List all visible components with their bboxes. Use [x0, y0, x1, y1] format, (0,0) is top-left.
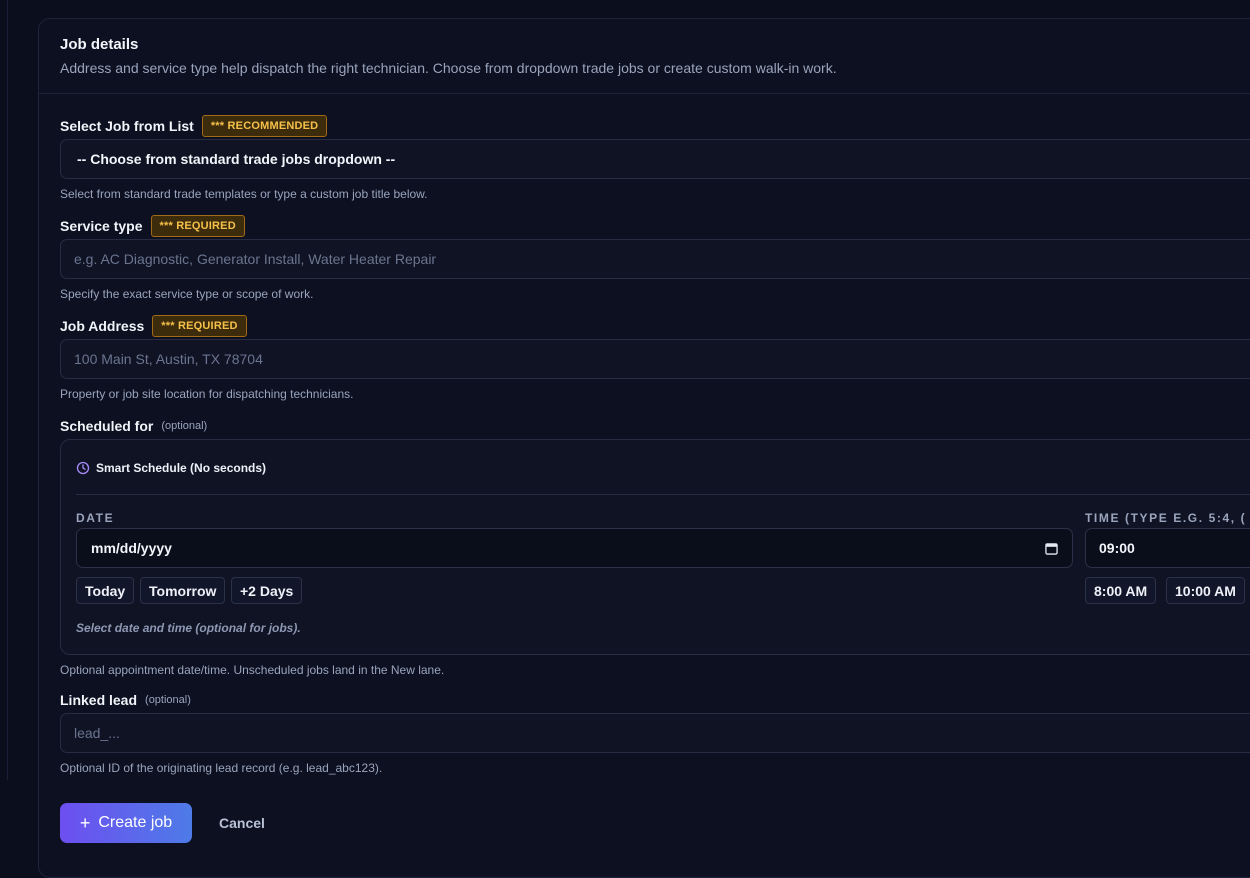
job-address-field: Job Address *** REQUIRED 100 Main St, Au…	[60, 315, 1250, 401]
plus-icon: +	[79, 812, 91, 833]
time-value: 09:00	[1099, 540, 1135, 556]
optional-tag: (optional)	[161, 420, 208, 432]
job-select-dropdown[interactable]: -- Choose from standard trade jobs dropd…	[60, 139, 1250, 179]
job-select-field: Select Job from List *** RECOMMENDED -- …	[60, 115, 1250, 201]
job-address-help: Property or job site location for dispat…	[60, 387, 354, 401]
chip-tomorrow[interactable]: Tomorrow	[140, 577, 226, 604]
clock-icon	[76, 461, 90, 475]
card-header: Job details Address and service type hel…	[39, 19, 1250, 94]
schedule-note: Select date and time (optional for jobs)…	[76, 621, 301, 635]
chip-10am[interactable]: 10:00 AM	[1166, 577, 1245, 604]
job-address-label: Job Address	[60, 318, 145, 334]
linked-lead-label: Linked lead	[60, 692, 138, 708]
recommended-badge: *** RECOMMENDED	[201, 115, 328, 137]
date-input[interactable]: mm/dd/yyyy	[76, 528, 1073, 568]
service-type-field: Service type *** REQUIRED e.g. AC Diagno…	[60, 215, 1250, 301]
create-job-button[interactable]: + Create job	[60, 803, 192, 843]
job-select-help: Select from standard trade templates or …	[60, 187, 428, 201]
service-type-help: Specify the exact service type or scope …	[60, 287, 314, 301]
date-value: mm/dd/yyyy	[91, 540, 172, 556]
smart-schedule-title: Smart Schedule (No seconds)	[96, 461, 267, 475]
smart-schedule-box: Smart Schedule (No seconds) DATE TIME (T…	[60, 439, 1250, 655]
job-details-card: Job details Address and service type hel…	[38, 18, 1250, 878]
date-label: DATE	[76, 511, 115, 525]
scheduled-label: Scheduled for	[60, 418, 154, 434]
chip-8am[interactable]: 8:00 AM	[1085, 577, 1157, 604]
job-address-placeholder: 100 Main St, Austin, TX 78704	[74, 351, 263, 367]
form-actions: + Create job Cancel	[60, 803, 265, 843]
scheduled-field: Scheduled for (optional) Smart Schedule …	[60, 415, 1250, 677]
job-select-label: Select Job from List	[60, 118, 194, 134]
create-job-label: Create job	[98, 814, 173, 831]
linked-lead-input[interactable]: lead_...	[60, 713, 1250, 753]
calendar-icon[interactable]	[1045, 542, 1058, 555]
card-title: Job details	[60, 36, 139, 53]
time-label: TIME (TYPE E.G. 5:4, (	[1085, 511, 1247, 525]
chip-today[interactable]: Today	[76, 577, 135, 604]
scheduled-help: Optional appointment date/time. Unschedu…	[60, 663, 445, 677]
required-badge: *** REQUIRED	[150, 215, 245, 237]
time-input[interactable]: 09:00	[1085, 528, 1250, 568]
service-type-placeholder: e.g. AC Diagnostic, Generator Install, W…	[74, 251, 437, 267]
optional-tag: (optional)	[145, 694, 191, 706]
chip-plus-2-days[interactable]: +2 Days	[231, 577, 303, 604]
schedule-divider	[76, 494, 1250, 495]
service-type-input[interactable]: e.g. AC Diagnostic, Generator Install, W…	[60, 239, 1250, 279]
linked-lead-help: Optional ID of the originating lead reco…	[60, 761, 383, 775]
job-address-input[interactable]: 100 Main St, Austin, TX 78704	[60, 339, 1250, 379]
service-type-label: Service type	[60, 218, 143, 234]
job-select-value: -- Choose from standard trade jobs dropd…	[77, 151, 396, 167]
required-badge: *** REQUIRED	[152, 315, 247, 337]
cancel-button[interactable]: Cancel	[219, 815, 265, 831]
card-subtitle: Address and service type help dispatch t…	[60, 60, 837, 76]
left-rail-divider	[0, 0, 8, 780]
smart-schedule-header: Smart Schedule (No seconds)	[76, 461, 266, 475]
linked-lead-placeholder: lead_...	[74, 725, 120, 741]
linked-lead-field: Linked lead (optional) lead_... Optional…	[60, 689, 1250, 775]
